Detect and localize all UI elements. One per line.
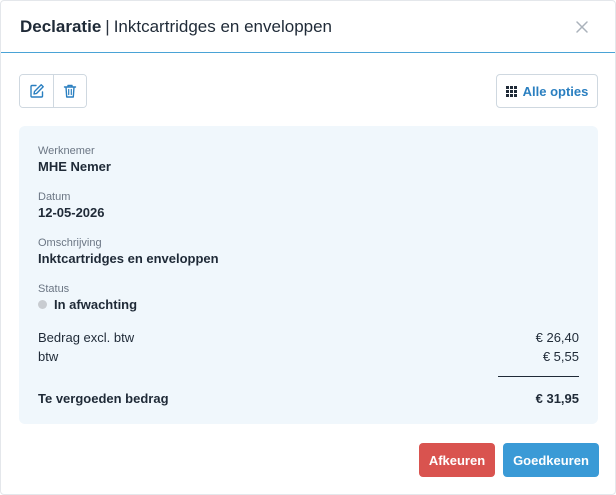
all-options-button[interactable]: Alle opties (496, 74, 598, 108)
status-dot-icon (38, 300, 47, 309)
employee-value: MHE Nemer (38, 159, 111, 174)
status-label: Status (38, 283, 70, 295)
total-row: Te vergoeden bedrag € 31,95 (38, 391, 579, 406)
reject-button[interactable]: Afkeuren (419, 443, 495, 477)
date-label: Datum (38, 191, 71, 203)
vat-value: € 5,55 (542, 349, 579, 364)
status-field: Status In afwachting (38, 283, 137, 312)
all-options-label: Alle opties (522, 83, 589, 99)
description-field: Omschrijving Inktcartridges en enveloppe… (38, 237, 219, 266)
amount-excl-label: Bedrag excl. btw (38, 330, 135, 345)
date-value: 12-05-2026 (38, 205, 105, 220)
description-label: Omschrijving (38, 237, 102, 249)
vat-row: btw € 5,55 (38, 349, 579, 364)
declaration-modal: Declaratie | Inktcartridges en enveloppen (0, 0, 616, 495)
status-badge: In afwachting (38, 297, 137, 312)
title-type: Declaratie (20, 17, 102, 36)
title-separator: | (105, 17, 110, 36)
modal-title: Declaratie | Inktcartridges en enveloppen (20, 17, 332, 37)
approve-button[interactable]: Goedkeuren (503, 443, 599, 477)
title-subject: Inktcartridges en enveloppen (113, 17, 333, 36)
edit-delete-group (19, 74, 87, 108)
total-divider (498, 376, 579, 377)
employee-field: Werknemer MHE Nemer (38, 145, 111, 174)
delete-button[interactable] (53, 75, 86, 107)
trash-icon (63, 84, 77, 98)
close-icon (576, 21, 588, 33)
action-toolbar (19, 74, 87, 108)
total-value: € 31,95 (535, 391, 579, 406)
amount-excl-value: € 26,40 (535, 330, 579, 345)
total-label: Te vergoeden bedrag (38, 391, 169, 406)
close-button[interactable] (573, 18, 591, 36)
date-field: Datum 12-05-2026 (38, 191, 105, 220)
grid-icon (505, 85, 517, 97)
status-value: In afwachting (54, 297, 138, 312)
modal-header: Declaratie | Inktcartridges en enveloppen (1, 1, 615, 53)
employee-label: Werknemer (38, 145, 95, 157)
details-panel: Werknemer MHE Nemer Datum 12-05-2026 Oms… (19, 126, 598, 424)
edit-button[interactable] (20, 75, 53, 107)
description-value: Inktcartridges en enveloppen (38, 251, 219, 266)
edit-icon (29, 84, 44, 98)
vat-label: btw (38, 349, 59, 364)
amount-excl-row: Bedrag excl. btw € 26,40 (38, 330, 579, 345)
